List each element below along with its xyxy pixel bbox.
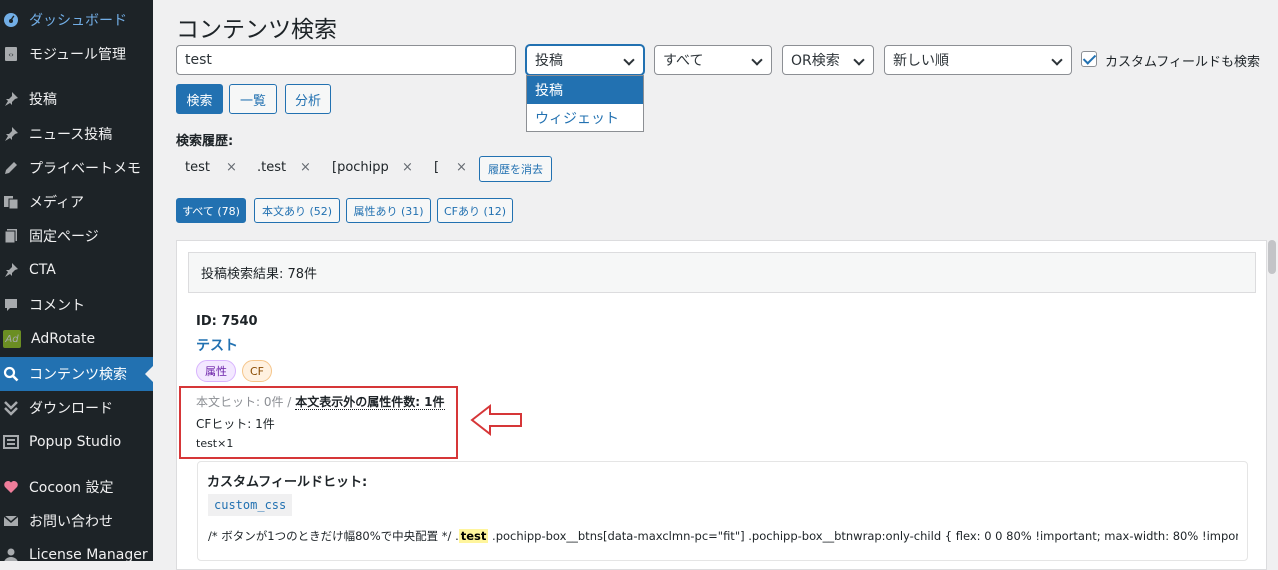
sidebar-item-comments[interactable]: コメント [0, 288, 153, 322]
sidebar-item-label: ダッシュボード [29, 13, 127, 29]
pin-icon [3, 126, 19, 142]
search-input[interactable]: test [176, 45, 516, 75]
sidebar-item-contact[interactable]: お問い合わせ [0, 504, 153, 538]
cf-hit-count: CFヒット: 1件 [196, 417, 275, 431]
list-button[interactable]: 一覧 [229, 84, 277, 114]
scope-select[interactable]: すべて [654, 45, 772, 75]
sidebar-item-label: 投稿 [29, 92, 57, 108]
scrollbar-thumb[interactable] [1268, 240, 1276, 274]
cf-value-match: test [458, 529, 489, 543]
history-item[interactable]: test [185, 160, 210, 175]
page-icon [3, 228, 19, 244]
pin-icon [3, 262, 19, 278]
sidebar-item-label: ニュース投稿 [29, 127, 113, 143]
sidebar-item-cocoon[interactable]: Cocoon 設定 [0, 470, 153, 504]
sidebar-item-news[interactable]: ニュース投稿 [0, 117, 153, 151]
result-title-link[interactable]: テスト [196, 335, 238, 355]
attr-badge: 属性 [196, 360, 236, 382]
results-summary: 投稿検索結果: 78件 [188, 252, 1256, 293]
module-icon: ‹› [3, 46, 19, 62]
adrotate-icon: Ad [3, 330, 21, 348]
sidebar-item-private-memo[interactable]: プライベートメモ [0, 151, 153, 185]
history-remove-icon[interactable]: × [402, 160, 413, 175]
history-item[interactable]: .test [257, 160, 286, 175]
sidebar-item-label: Cocoon 設定 [29, 480, 114, 496]
sidebar-item-label: お問い合わせ [29, 514, 113, 530]
filter-attr[interactable]: 属性あり (31) [346, 198, 431, 223]
result-id: ID: 7540 [196, 314, 258, 329]
sidebar-item-download[interactable]: ダウンロード [0, 391, 153, 425]
cf-key: custom_css [208, 494, 293, 516]
filter-body[interactable]: 本文あり (52) [254, 198, 340, 223]
history-remove-icon[interactable]: × [226, 160, 237, 175]
sidebar-item-label: Popup Studio [29, 434, 122, 450]
svg-text:‹›: ‹› [8, 51, 14, 59]
sidebar-item-label: 固定ページ [29, 229, 99, 245]
sidebar-item-posts[interactable]: 投稿 [0, 82, 153, 116]
sidebar-item-label: License Manager [29, 547, 148, 561]
dashboard-icon [3, 12, 19, 28]
search-icon [3, 366, 19, 382]
comment-icon [3, 297, 19, 313]
sidebar-item-label: ダウンロード [29, 401, 113, 417]
filter-all[interactable]: すべて (78) [176, 198, 246, 223]
history-item[interactable]: [pochipp [332, 160, 389, 175]
search-mode-select[interactable]: OR検索 [782, 45, 874, 75]
sidebar-item-adrotate[interactable]: Ad AdRotate [0, 322, 153, 356]
post-type-dropdown: 投稿 ウィジェット [526, 75, 644, 132]
sidebar-item-pages[interactable]: 固定ページ [0, 219, 153, 253]
sidebar-item-popup-studio[interactable]: Popup Studio [0, 425, 153, 459]
popup-icon [3, 434, 19, 450]
sidebar-item-dashboard[interactable]: ダッシュボード [0, 3, 153, 37]
custom-field-checkbox-label: カスタムフィールドも検索 [1105, 55, 1260, 70]
left-arrow-icon [470, 403, 522, 437]
admin-sidebar: ダッシュボード ‹› モジュール管理 投稿 ニュース投稿 プライベートメモ メデ… [0, 0, 153, 561]
body-hit-count: 本文ヒット: 0件 / [196, 395, 292, 409]
sidebar-item-content-search[interactable]: コンテンツ検索 [0, 357, 153, 391]
cf-value-before: /* ボタンが1つのときだけ幅80%で中央配置 */ . [208, 529, 459, 543]
media-icon [3, 194, 19, 210]
post-type-select[interactable]: 投稿 [526, 45, 644, 75]
sidebar-item-label: プライベートメモ [29, 161, 141, 177]
download-icon [3, 400, 19, 416]
dropdown-option-post[interactable]: 投稿 [527, 76, 643, 104]
sidebar-item-label: AdRotate [31, 331, 96, 347]
pencil-icon [3, 160, 19, 176]
sidebar-item-media[interactable]: メディア [0, 185, 153, 219]
cf-badge: CF [242, 360, 272, 382]
sidebar-item-label: CTA [29, 262, 56, 278]
mail-icon [3, 513, 19, 529]
cf-value-after: .pochipp-box__btns[data-maxclmn-pc="fit"… [488, 529, 1238, 543]
person-icon [3, 547, 19, 561]
custom-field-checkbox[interactable] [1081, 51, 1097, 67]
sidebar-item-cta[interactable]: CTA [0, 253, 153, 287]
history-item[interactable]: [ [434, 160, 439, 175]
clear-history-button[interactable]: 履歴を消去 [479, 156, 552, 182]
sidebar-item-modules[interactable]: ‹› モジュール管理 [0, 37, 153, 71]
sidebar-item-label: コンテンツ検索 [29, 367, 127, 383]
cf-value: /* ボタンが1つのときだけ幅80%で中央配置 */ . test .pochip… [208, 528, 1238, 544]
attr-hit-count: 本文表示外の属性件数: 1件 [295, 395, 445, 410]
term-count: test×1 [196, 437, 234, 450]
hit-counts: 本文ヒット: 0件 / 本文表示外の属性件数: 1件 [196, 393, 445, 410]
history-label: 検索履歴: [176, 134, 234, 149]
history-remove-icon[interactable]: × [456, 160, 467, 175]
history-remove-icon[interactable]: × [300, 160, 311, 175]
analyze-button[interactable]: 分析 [285, 84, 331, 114]
cf-section-title: カスタムフィールドヒット: [207, 475, 368, 490]
sidebar-item-label: コメント [29, 298, 85, 314]
sidebar-item-label: モジュール管理 [29, 47, 127, 63]
sort-order-select[interactable]: 新しい順 [884, 45, 1072, 75]
page-title: コンテンツ検索 [176, 17, 337, 43]
pin-icon [3, 91, 19, 107]
dropdown-option-widget[interactable]: ウィジェット [527, 104, 643, 132]
sidebar-item-label: メディア [29, 195, 85, 211]
heart-icon [3, 479, 19, 495]
filter-cf[interactable]: CFあり (12) [437, 198, 513, 223]
sidebar-item-license-manager[interactable]: License Manager [0, 538, 153, 561]
search-button[interactable]: 検索 [176, 84, 223, 114]
